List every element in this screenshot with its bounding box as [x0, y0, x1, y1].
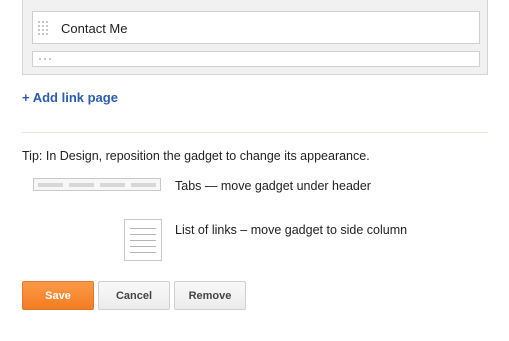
remove-button[interactable]: Remove — [174, 281, 246, 310]
link-list-panel: Contact Me — [22, 0, 488, 75]
tip-text: Tip: In Design, reposition the gadget to… — [22, 149, 370, 163]
drag-handle-icon[interactable] — [38, 21, 50, 35]
link-item[interactable]: Contact Me — [32, 11, 480, 44]
add-link-page-link[interactable]: + Add link page — [22, 90, 118, 105]
cancel-button[interactable]: Cancel — [98, 281, 170, 310]
tabs-layout-description: Tabs — move gadget under header — [175, 179, 371, 193]
link-item-label: Contact Me — [61, 21, 128, 36]
save-button[interactable]: Save — [22, 281, 94, 310]
list-layout-icon — [124, 219, 162, 261]
link-drop-placeholder[interactable] — [32, 51, 480, 67]
divider — [22, 132, 488, 133]
tabs-layout-icon — [33, 178, 161, 191]
list-layout-description: List of links – move gadget to side colu… — [175, 223, 408, 237]
drag-handle-icon — [39, 58, 53, 60]
